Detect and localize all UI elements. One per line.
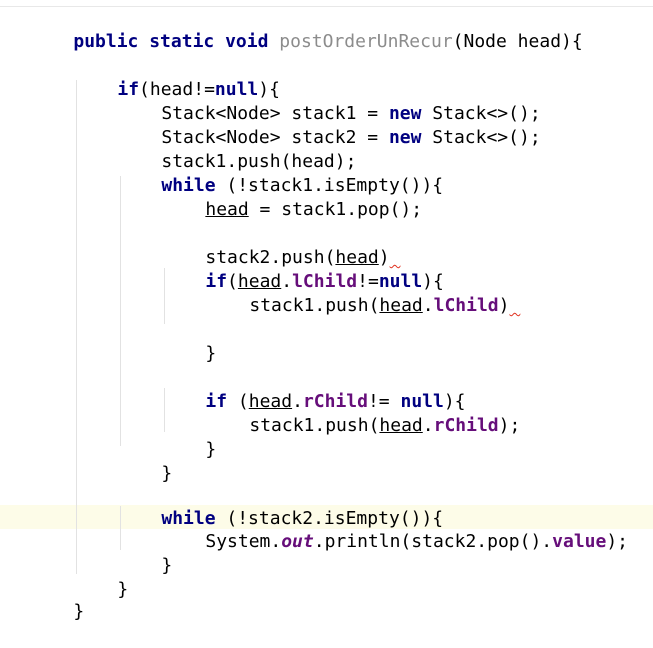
code-line-close-brace[interactable]: } — [74, 554, 128, 600]
code-text: Stack<>(); — [421, 127, 541, 148]
keyword-modifiers: public static void — [73, 31, 280, 52]
code-text: ); — [498, 415, 521, 436]
code-line-stack2-push[interactable]: stack2.push(head) — [162, 222, 400, 268]
code-text: .println(stack2.pop(). — [313, 531, 553, 552]
code-line-method-signature[interactable]: public static void postOrderUnRecur(Node… — [30, 6, 582, 52]
code-line-push-rchild[interactable]: stack1.push(head.rChild); — [206, 390, 520, 436]
code-line-println[interactable]: System.out.println(stack2.pop().value); — [162, 506, 628, 552]
code-text: = stack1.pop(); — [248, 199, 423, 220]
missing-semicolon-warning[interactable] — [509, 295, 520, 316]
closing-brace: } — [161, 463, 173, 484]
code-text: System. — [205, 531, 282, 552]
code-text: . — [422, 295, 434, 316]
code-line-push-lchild[interactable]: stack1.push(head.lChild) — [206, 270, 520, 316]
code-editor[interactable]: public static void postOrderUnRecur(Node… — [0, 0, 653, 622]
code-line-if-head-not-null[interactable]: if(head!=null){ — [74, 54, 280, 100]
code-line-close-brace[interactable]: } — [118, 438, 172, 484]
code-line-close-brace[interactable]: } — [30, 576, 84, 622]
field-rchild: rChild — [433, 415, 499, 436]
code-text: stack1.push( — [249, 415, 380, 436]
reassigned-param-head: head — [379, 415, 423, 436]
code-line-close-brace[interactable]: } — [162, 414, 216, 460]
code-text: . — [422, 415, 434, 436]
method-params: (Node head){ — [452, 31, 583, 52]
field-value: value — [552, 531, 607, 552]
closing-brace: } — [205, 343, 217, 364]
indent-guide — [76, 80, 77, 574]
method-name: postOrderUnRecur — [279, 31, 453, 52]
code-line-while-stack2[interactable]: while (!stack2.isEmpty()){ — [118, 483, 443, 529]
static-field-out: out — [281, 531, 314, 552]
field-lchild: lChild — [433, 295, 499, 316]
code-line-close-brace[interactable]: } — [118, 530, 172, 576]
code-line-push-head[interactable]: stack1.push(head); — [118, 126, 356, 172]
code-line-if-rchild[interactable]: if (head.rChild!= null){ — [162, 366, 465, 412]
code-line-stack2-decl[interactable]: Stack<Node> stack2 = new Stack<>(); — [118, 102, 540, 148]
code-line-if-lchild[interactable]: if(head.lChild!=null){ — [162, 246, 444, 292]
closing-brace: } — [117, 579, 129, 600]
code-line-while-stack1[interactable]: while (!stack1.isEmpty()){ — [118, 150, 443, 196]
reassigned-param-head: head — [379, 295, 423, 316]
closing-brace: } — [161, 555, 173, 576]
code-text: ); — [606, 531, 629, 552]
closing-brace: } — [205, 439, 217, 460]
code-text: ) — [498, 295, 510, 316]
closing-brace: } — [73, 601, 85, 622]
code-line-pop-head[interactable]: head = stack1.pop(); — [162, 174, 422, 220]
reassigned-param-head: head — [205, 199, 249, 220]
keyword-new: new — [388, 127, 422, 148]
code-line-stack1-decl[interactable]: Stack<Node> stack1 = new Stack<>(); — [118, 78, 540, 124]
code-text: stack1.push( — [249, 295, 380, 316]
code-line-close-brace[interactable]: } — [162, 318, 216, 364]
